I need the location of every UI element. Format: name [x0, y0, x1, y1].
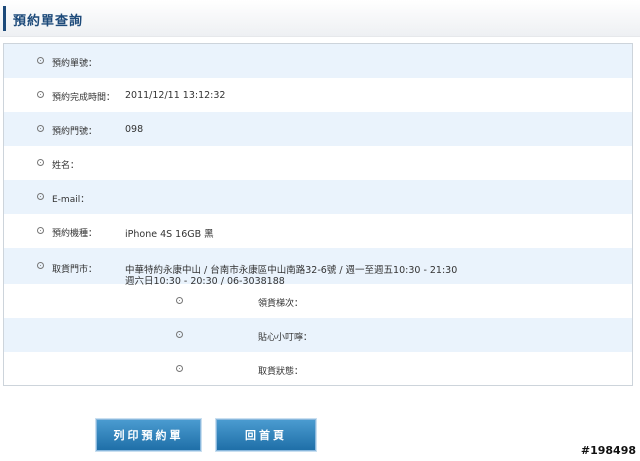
print-reservation-button[interactable]: 列印預約單 — [96, 419, 201, 451]
bullet-icon — [176, 365, 183, 372]
field-row-email: E-mail： — [4, 180, 632, 214]
header-accent-bar — [3, 6, 6, 31]
bullet-icon — [37, 227, 44, 234]
field-label: 預約單號： — [52, 59, 98, 69]
field-label: E-mail： — [52, 195, 90, 205]
field-row-name: 姓名： — [4, 146, 632, 180]
home-button[interactable]: 回首頁 — [216, 419, 316, 451]
subfield-label: 貼心小叮嚀： — [258, 333, 313, 343]
field-value: iPhone 4S 16GB 黑 — [125, 229, 214, 240]
field-row-reservation-number: 預約單號： — [4, 44, 632, 78]
field-value: 2011/12/11 13:12:32 — [125, 90, 226, 101]
field-row-phone-number: 預約門號： 098 — [4, 112, 632, 146]
field-row-pickup-store: 取貨門市： 中華特約永康中山 / 台南市永康區中山南路32-6號 / 週一至週五… — [4, 248, 632, 287]
field-label: 預約門號： — [52, 127, 98, 137]
subfield-label: 領貨梯次： — [258, 299, 304, 309]
subfield-row-pickup-batch: 領貨梯次： — [4, 284, 632, 318]
bullet-icon — [37, 193, 44, 200]
field-row-completion-time: 預約完成時間： 2011/12/11 13:12:32 — [4, 78, 632, 112]
field-value: 098 — [125, 124, 144, 135]
bullet-icon — [37, 159, 44, 166]
field-label: 預約機種： — [52, 229, 98, 239]
subfield-label: 取貨狀態： — [258, 367, 304, 377]
field-row-device-model: 預約機種： iPhone 4S 16GB 黑 — [4, 214, 632, 248]
bullet-icon — [176, 297, 183, 304]
bullet-icon — [37, 125, 44, 132]
field-label: 預約完成時間： — [52, 93, 116, 103]
reservation-details-panel: 預約單號： 預約完成時間： 2011/12/11 13:12:32 預約門號： … — [3, 43, 633, 386]
bullet-icon — [37, 91, 44, 98]
bullet-icon — [176, 331, 183, 338]
bullet-icon — [37, 57, 44, 64]
subfield-row-pickup-status: 取貨狀態： — [4, 352, 632, 385]
page-title: 預約單查詢 — [13, 14, 84, 29]
field-label: 姓名： — [52, 161, 80, 171]
watermark-text: #198498 — [580, 444, 636, 457]
field-label: 取貨門市： — [52, 265, 98, 275]
bullet-icon — [37, 262, 44, 269]
page-header: 預約單查詢 — [0, 0, 640, 37]
subfield-row-reminder: 貼心小叮嚀： — [4, 318, 632, 352]
